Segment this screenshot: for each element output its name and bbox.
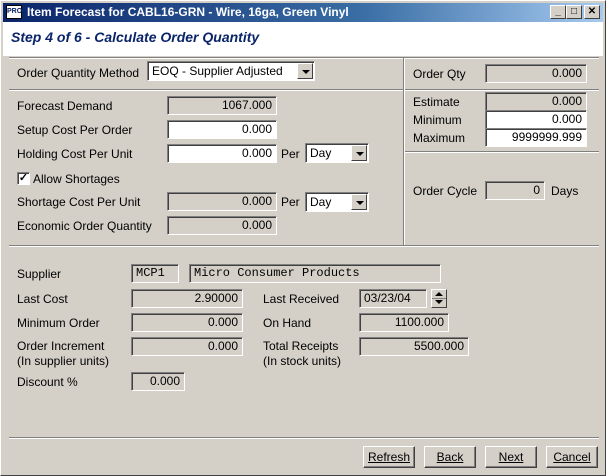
forecast-demand-label: Forecast Demand [17,99,113,113]
holding-cost-input[interactable]: 0.000 [167,144,277,163]
allow-shortages-checkbox[interactable]: ✓ [17,172,30,185]
close-button[interactable]: ✕ [584,5,600,19]
refresh-button[interactable]: Refresh [363,446,415,468]
order-cycle-unit: Days [551,184,579,198]
last-received-field: 03/23/04 [359,289,427,308]
app-icon: PRO [6,5,22,19]
setup-cost-label: Setup Cost Per Order [17,123,133,137]
shortage-cost-label: Shortage Cost Per Unit [17,195,141,209]
supplier-code-field: MCP1 [131,264,179,283]
order-cycle-label: Order Cycle [413,184,478,198]
spin-up-icon[interactable] [435,292,443,296]
forecast-demand-field: 1067.000 [167,96,277,115]
estimate-field: 0.000 [485,92,587,111]
minimum-label: Minimum [413,113,462,127]
spinner-divider [432,298,446,299]
eoq-field: 0.000 [167,216,277,235]
supplier-name-field: Micro Consumer Products [189,264,441,283]
next-button[interactable]: Next [485,446,537,468]
chevron-down-icon[interactable] [351,194,367,210]
divider-supplier-highlight [9,246,599,247]
setup-cost-input[interactable]: 0.000 [167,120,277,139]
spin-down-icon[interactable] [435,300,443,304]
order-method-label: Order Quantity Method [17,66,140,80]
date-spinner[interactable] [431,289,447,308]
maximum-label: Maximum [413,131,466,145]
divider-buttons-highlight [9,438,599,439]
order-method-select[interactable]: EOQ - Supplier Adjusted [147,61,315,81]
on-hand-field: 1100.000 [359,313,449,332]
divider-orderqty-highlight [405,90,599,91]
shortage-per-label: Per [281,195,300,209]
last-cost-field: 2.90000 [131,289,243,308]
discount-label: Discount % [17,375,78,389]
order-increment-field: 0.000 [131,337,243,356]
order-qty-label: Order Qty [413,67,466,81]
vertical-divider-highlight [404,58,405,245]
shortage-cost-field: 0.000 [167,192,277,211]
divider-method-highlight [9,90,403,91]
supplier-label: Supplier [17,267,62,281]
last-received-label: Last Received [263,292,340,306]
discount-field: 0.000 [131,372,185,391]
allow-shortages-label[interactable]: Allow Shortages [33,172,120,186]
order-qty-field: 0.000 [485,64,587,83]
order-method-value: EOQ - Supplier Adjusted [152,64,283,78]
minimum-input[interactable]: 0.000 [485,110,587,129]
maximize-button[interactable]: □ [566,5,582,19]
holding-per-label: Per [281,147,300,161]
holding-period-select[interactable]: Day [305,143,369,163]
shortage-period-value: Day [310,195,332,209]
minimize-button[interactable]: _ [550,5,566,19]
step-title: Step 4 of 6 - Calculate Order Quantity [11,29,260,45]
order-cycle-field: 0 [485,181,545,200]
cancel-button[interactable]: Cancel [546,446,598,468]
last-cost-label: Last Cost [17,292,68,306]
back-button[interactable]: Back [424,446,476,468]
panel-top-highlight [9,58,599,59]
item-forecast-window: PRO Item Forecast for CABL16-GRN - Wire,… [0,0,606,476]
total-receipts-field: 5500.000 [359,337,469,356]
on-hand-label: On Hand [263,316,312,330]
min-order-field: 0.000 [131,313,243,332]
window-title: Item Forecast for CABL16-GRN - Wire, 16g… [27,5,349,19]
holding-period-value: Day [310,146,332,160]
divider-estimate-highlight [405,152,599,153]
holding-cost-label: Holding Cost Per Unit [17,147,133,161]
title-bar[interactable]: PRO Item Forecast for CABL16-GRN - Wire,… [3,3,603,22]
total-receipts-label: Total Receipts [263,339,339,353]
eoq-label: Economic Order Quantity [17,219,152,233]
chevron-down-icon[interactable] [297,63,313,79]
estimate-label: Estimate [413,95,460,109]
total-receipts-sublabel: (In stock units) [263,354,342,368]
shortage-period-select[interactable]: Day [305,192,369,212]
wizard-header: Step 4 of 6 - Calculate Order Quantity [3,22,603,56]
order-increment-sublabel: (In supplier units) [17,354,110,368]
maximum-input[interactable]: 9999999.999 [485,128,587,147]
chevron-down-icon[interactable] [351,145,367,161]
order-increment-label: Order Increment [17,339,105,353]
min-order-label: Minimum Order [17,316,100,330]
